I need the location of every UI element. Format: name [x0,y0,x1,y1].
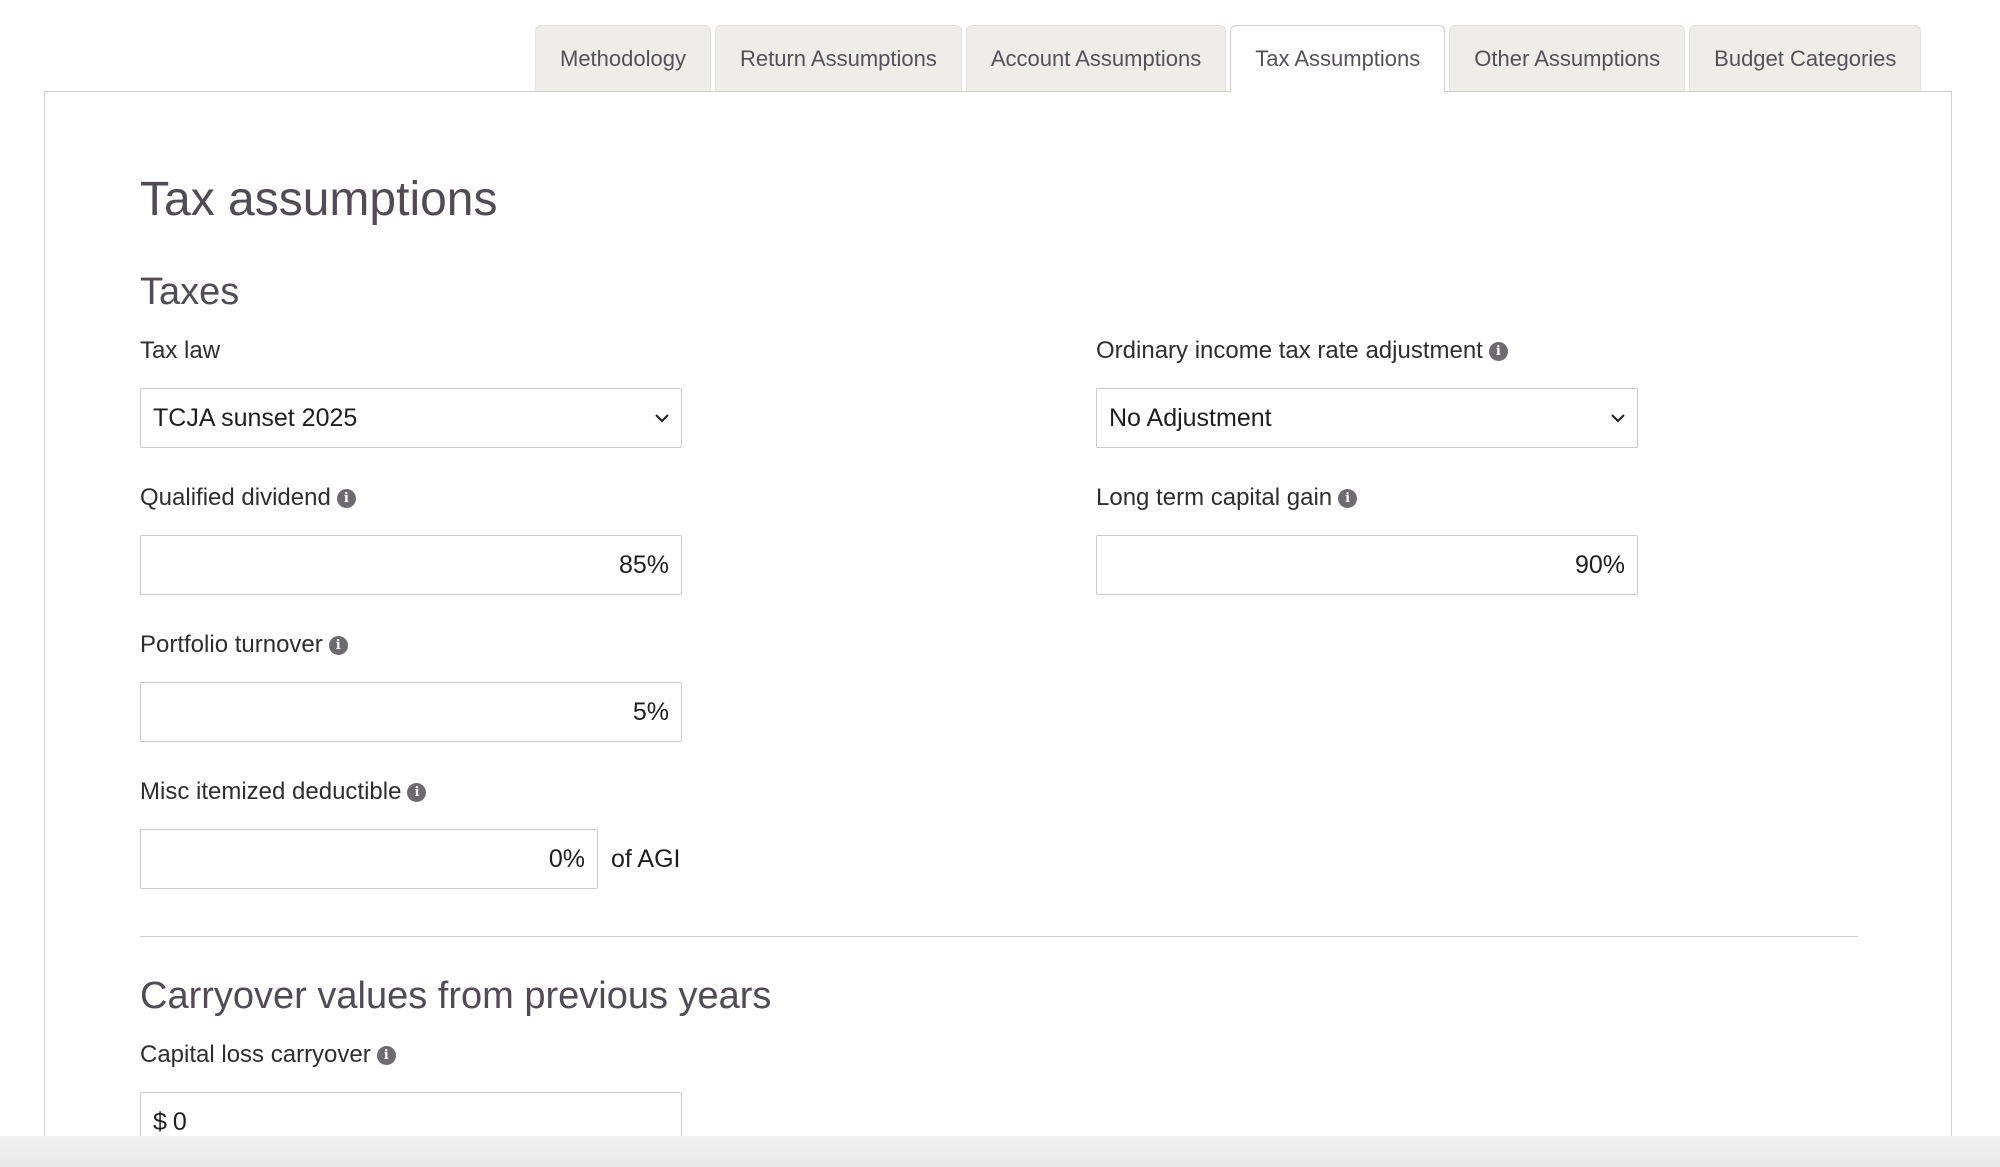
tab-other-assumptions[interactable]: Other Assumptions [1449,25,1686,91]
portfolio-turnover-label-text: Portfolio turnover [140,631,323,658]
page: Methodology Return Assumptions Account A… [0,0,2000,1167]
portfolio-turnover-input[interactable]: 5% [140,682,682,742]
qualified-dividend-input[interactable]: 85% [140,535,682,595]
capital-loss-carryover-value: 0 [172,1107,187,1136]
tax-law-value: TCJA sunset 2025 [153,403,358,432]
info-icon[interactable]: i [376,1045,396,1065]
chevron-down-icon [655,414,669,423]
portfolio-turnover-value: 5% [632,697,669,726]
tax-law-label: Tax law [140,337,220,365]
qualified-dividend-label-text: Qualified dividend [140,484,331,511]
ordinary-income-label: Ordinary income tax rate adjustment i [1096,337,1508,365]
tab-bar: Methodology Return Assumptions Account A… [535,25,1922,93]
portfolio-turnover-label: Portfolio turnover i [140,631,348,659]
misc-itemized-input[interactable]: 0% [140,829,598,889]
ordinary-income-select[interactable]: No Adjustment [1096,388,1638,448]
long-term-capital-gain-label-text: Long term capital gain [1096,484,1333,511]
qualified-dividend-value: 85% [618,550,669,579]
tab-account-assumptions[interactable]: Account Assumptions [965,25,1227,91]
tab-budget-categories[interactable]: Budget Categories [1689,25,1922,91]
tab-tax-assumptions[interactable]: Tax Assumptions [1230,25,1446,93]
misc-itemized-label: Misc itemized deductible i [140,778,427,806]
info-icon[interactable]: i [336,488,356,508]
section-divider [140,936,1858,937]
misc-itemized-label-text: Misc itemized deductible [140,778,402,805]
tab-return-assumptions[interactable]: Return Assumptions [714,25,962,91]
tab-methodology[interactable]: Methodology [535,25,711,91]
ordinary-income-label-text: Ordinary income tax rate adjustment [1096,337,1483,364]
long-term-capital-gain-label: Long term capital gain i [1096,484,1358,512]
misc-itemized-value: 0% [548,844,585,873]
currency-symbol: $ [153,1107,167,1136]
long-term-capital-gain-value: 90% [1574,550,1625,579]
capital-loss-carryover-label-text: Capital loss carryover [140,1041,371,1068]
long-term-capital-gain-input[interactable]: 90% [1096,535,1638,595]
chevron-down-icon [1611,414,1625,423]
capital-loss-carryover-label: Capital loss carryover i [140,1041,396,1069]
info-icon[interactable]: i [328,635,348,655]
bottom-bar [0,1136,2000,1167]
misc-itemized-suffix: of AGI [611,845,681,873]
section-title-carryover: Carryover values from previous years [140,975,772,1017]
page-title: Tax assumptions [140,173,498,226]
info-icon[interactable]: i [407,782,427,802]
info-icon[interactable]: i [1488,341,1508,361]
section-title-taxes: Taxes [140,271,240,313]
tax-law-label-text: Tax law [140,337,221,364]
info-icon[interactable]: i [1338,488,1358,508]
ordinary-income-value: No Adjustment [1109,403,1272,432]
tax-law-select[interactable]: TCJA sunset 2025 [140,388,682,448]
qualified-dividend-label: Qualified dividend i [140,484,356,512]
